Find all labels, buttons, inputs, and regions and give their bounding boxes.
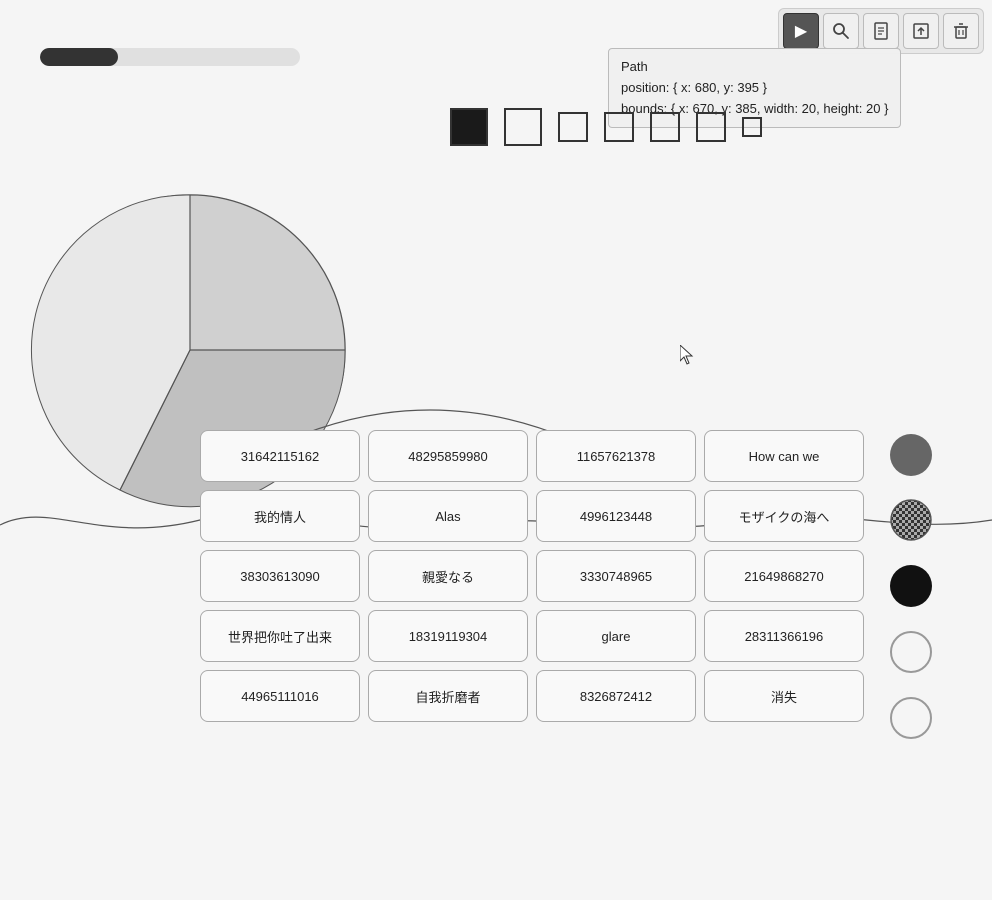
grid-cell-r4-c0[interactable]: 44965111016 — [200, 670, 360, 722]
search-tool[interactable] — [823, 13, 859, 49]
circle-black[interactable] — [890, 565, 932, 607]
grid-cell-r2-c1[interactable]: 親愛なる — [368, 550, 528, 602]
shape-filled-large[interactable] — [450, 108, 488, 146]
circle-dark-gray[interactable] — [890, 434, 932, 476]
delete-tool[interactable] — [943, 13, 979, 49]
shape-selector — [450, 108, 762, 146]
progress-bar-container — [40, 48, 300, 66]
circle-white2[interactable] — [890, 697, 932, 739]
circle-white1[interactable] — [890, 631, 932, 673]
shape-outline-medium3[interactable] — [650, 112, 680, 142]
progress-bar-fill — [40, 48, 118, 66]
grid-cell-r2-c3[interactable]: 21649868270 — [704, 550, 864, 602]
grid-cell-r2-c2[interactable]: 3330748965 — [536, 550, 696, 602]
shape-outline-medium2[interactable] — [604, 112, 634, 142]
circle-checkered[interactable] — [890, 499, 932, 541]
pdf-tool[interactable] — [863, 13, 899, 49]
info-position: position: { x: 680, y: 395 } — [621, 78, 888, 99]
shape-outline-medium4[interactable] — [696, 112, 726, 142]
grid-cell-r1-c2[interactable]: 4996123448 — [536, 490, 696, 542]
grid-cell-r0-c3[interactable]: How can we — [704, 430, 864, 482]
cursor — [680, 345, 696, 365]
grid-cell-r1-c3[interactable]: モザイクの海へ — [704, 490, 864, 542]
grid-cell-r0-c0[interactable]: 31642115162 — [200, 430, 360, 482]
grid-cell-r2-c0[interactable]: 38303613090 — [200, 550, 360, 602]
grid-cell-r3-c2[interactable]: glare — [536, 610, 696, 662]
shape-outline-large[interactable] — [504, 108, 542, 146]
grid-cell-r0-c2[interactable]: 11657621378 — [536, 430, 696, 482]
grid-cell-r1-c1[interactable]: Alas — [368, 490, 528, 542]
button-grid: 316421151624829585998011657621378How can… — [200, 430, 864, 722]
grid-cell-r4-c2[interactable]: 8326872412 — [536, 670, 696, 722]
shape-outline-small[interactable] — [742, 117, 762, 137]
grid-cell-r3-c0[interactable]: 世界把你吐了出来 — [200, 610, 360, 662]
shape-outline-medium1[interactable] — [558, 112, 588, 142]
grid-cell-r4-c1[interactable]: 自我折磨者 — [368, 670, 528, 722]
grid-cell-r3-c3[interactable]: 28311366196 — [704, 610, 864, 662]
select-tool[interactable]: ▶ — [783, 13, 819, 49]
info-title: Path — [621, 57, 888, 78]
grid-cell-r3-c1[interactable]: 18319119304 — [368, 610, 528, 662]
grid-cell-r4-c3[interactable]: 消失 — [704, 670, 864, 722]
grid-cell-r0-c1[interactable]: 48295859980 — [368, 430, 528, 482]
export-tool[interactable] — [903, 13, 939, 49]
grid-cell-r1-c0[interactable]: 我的情人 — [200, 490, 360, 542]
